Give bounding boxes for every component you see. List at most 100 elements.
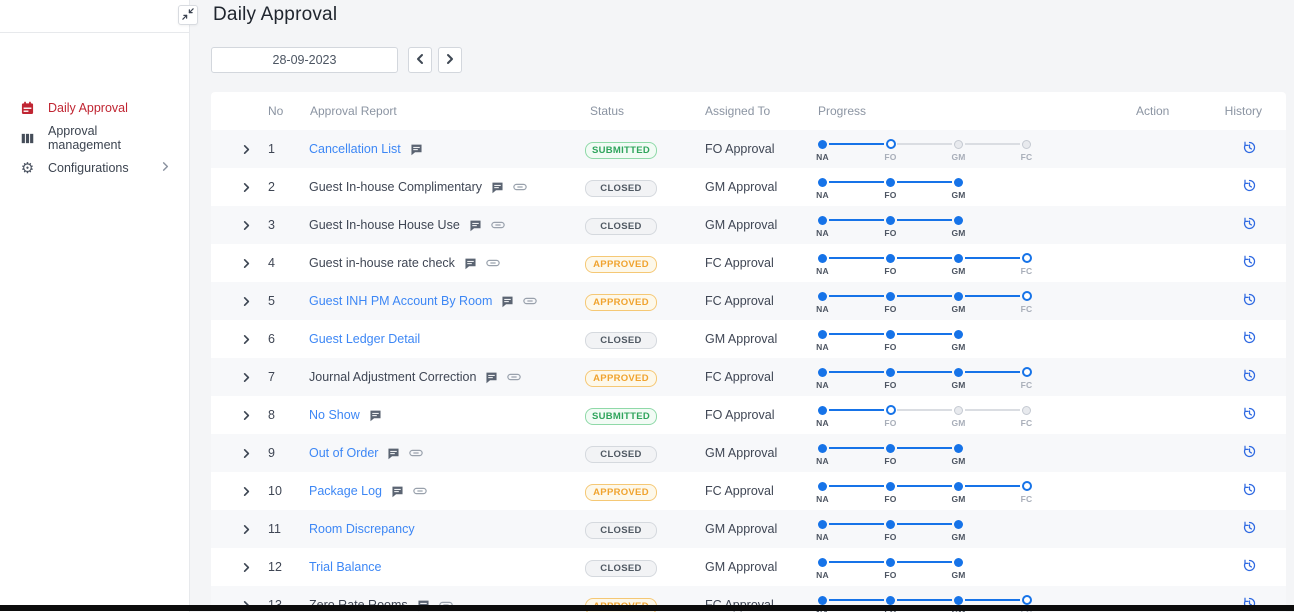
history-button[interactable]: [1242, 254, 1257, 272]
step-dot: [954, 292, 963, 301]
step-dot: [954, 140, 963, 149]
history-icon: [1242, 482, 1257, 500]
history-button[interactable]: [1242, 444, 1257, 462]
column-header-progress: Progress: [815, 104, 1105, 118]
row-number: 5: [263, 294, 309, 308]
step-connector: [965, 295, 1020, 297]
step-connector: [897, 447, 952, 449]
progress-stepper: NAFOGM: [818, 553, 1105, 582]
report-link[interactable]: Package Log: [309, 484, 382, 498]
progress-stepper: NAFOGMFC: [818, 287, 1105, 316]
step-label: FO: [884, 418, 896, 428]
report-link[interactable]: Guest in-house rate check: [309, 256, 455, 270]
step-label: NA: [816, 532, 829, 542]
sidebar-item-approval-management[interactable]: Approval management: [0, 123, 189, 153]
next-day-button[interactable]: [438, 47, 462, 73]
row-expand-button[interactable]: [235, 144, 263, 155]
report-link[interactable]: Guest In-house House Use: [309, 218, 460, 232]
comment-icon[interactable]: [369, 409, 382, 422]
comment-icon[interactable]: [391, 485, 404, 498]
comment-icon[interactable]: [464, 257, 477, 270]
comment-icon[interactable]: [501, 295, 514, 308]
sidebar: Daily Approval Approval management ⚙ Con…: [0, 0, 190, 612]
step-connector: [829, 333, 884, 335]
history-button[interactable]: [1242, 558, 1257, 576]
report-link[interactable]: No Show: [309, 408, 360, 422]
row-expand-button[interactable]: [235, 562, 263, 573]
table-row: 10 Package Log APPROVED FC Approval NAFO…: [211, 472, 1286, 510]
report-link[interactable]: Guest In-house Complimentary: [309, 180, 482, 194]
sidebar-item-label: Approval management: [48, 124, 171, 152]
row-expand-button[interactable]: [235, 372, 263, 383]
collapse-icon: [182, 8, 194, 23]
row-expand-button[interactable]: [235, 220, 263, 231]
step-dot: [818, 368, 827, 377]
report-link[interactable]: Guest Ledger Detail: [309, 332, 420, 346]
attachment-icon[interactable]: [491, 220, 505, 230]
date-input[interactable]: 28-09-2023: [211, 47, 398, 73]
comment-icon[interactable]: [387, 447, 400, 460]
history-button[interactable]: [1242, 216, 1257, 234]
row-expand-button[interactable]: [235, 258, 263, 269]
previous-day-button[interactable]: [408, 47, 432, 73]
row-expand-button[interactable]: [235, 334, 263, 345]
attachment-icon[interactable]: [409, 448, 423, 458]
history-button[interactable]: [1242, 520, 1257, 538]
step-dot: [886, 520, 895, 529]
column-header-no: No: [263, 104, 309, 118]
history-button[interactable]: [1242, 368, 1257, 386]
row-expand-button[interactable]: [235, 410, 263, 421]
sidebar-item-configurations[interactable]: ⚙ Configurations: [0, 153, 189, 183]
history-button[interactable]: [1242, 178, 1257, 196]
history-button[interactable]: [1242, 140, 1257, 158]
history-button[interactable]: [1242, 330, 1257, 348]
attachment-icon[interactable]: [513, 182, 527, 192]
column-header-assigned-to: Assigned To: [705, 104, 815, 118]
row-expand-button[interactable]: [235, 296, 263, 307]
step-dot: [954, 482, 963, 491]
step-dot: [1022, 140, 1031, 149]
sidebar-item-daily-approval[interactable]: Daily Approval: [0, 93, 189, 123]
report-link[interactable]: Journal Adjustment Correction: [309, 370, 476, 384]
comment-icon[interactable]: [469, 219, 482, 232]
row-expand-button[interactable]: [235, 524, 263, 535]
assigned-to: GM Approval: [705, 560, 815, 574]
sidebar-collapse-button[interactable]: [178, 5, 198, 25]
attachment-icon[interactable]: [413, 486, 427, 496]
report-link[interactable]: Trial Balance: [309, 560, 382, 574]
report-link[interactable]: Cancellation List: [309, 142, 401, 156]
row-number: 12: [263, 560, 309, 574]
row-expand-button[interactable]: [235, 182, 263, 193]
sidebar-header: [0, 0, 189, 33]
assigned-to: FO Approval: [705, 142, 815, 156]
main-content: Daily Approval 28-09-2023 No Approval Re…: [190, 0, 1294, 612]
comment-icon[interactable]: [485, 371, 498, 384]
row-expand-button[interactable]: [235, 448, 263, 459]
attachment-icon[interactable]: [523, 296, 537, 306]
step-connector: [829, 219, 884, 221]
report-link[interactable]: Guest INH PM Account By Room: [309, 294, 492, 308]
step-label: NA: [816, 494, 829, 504]
step-dot: [886, 216, 895, 225]
history-icon: [1242, 216, 1257, 234]
row-expand-button[interactable]: [235, 486, 263, 497]
step-dot: [954, 330, 963, 339]
comment-icon[interactable]: [491, 181, 504, 194]
row-number: 11: [263, 522, 309, 536]
step-label: GM: [951, 228, 965, 238]
history-button[interactable]: [1242, 292, 1257, 310]
attachment-icon[interactable]: [486, 258, 500, 268]
step-dot: [818, 330, 827, 339]
step-label: NA: [816, 152, 829, 162]
attachment-icon[interactable]: [507, 372, 521, 382]
history-icon: [1242, 558, 1257, 576]
report-link[interactable]: Out of Order: [309, 446, 378, 460]
step-dot: [886, 482, 895, 491]
progress-stepper: NAFOGMFC: [818, 249, 1105, 278]
step-dot: [954, 444, 963, 453]
report-link[interactable]: Room Discrepancy: [309, 522, 415, 536]
step-connector: [829, 409, 884, 411]
history-button[interactable]: [1242, 482, 1257, 500]
history-button[interactable]: [1242, 406, 1257, 424]
comment-icon[interactable]: [410, 143, 423, 156]
